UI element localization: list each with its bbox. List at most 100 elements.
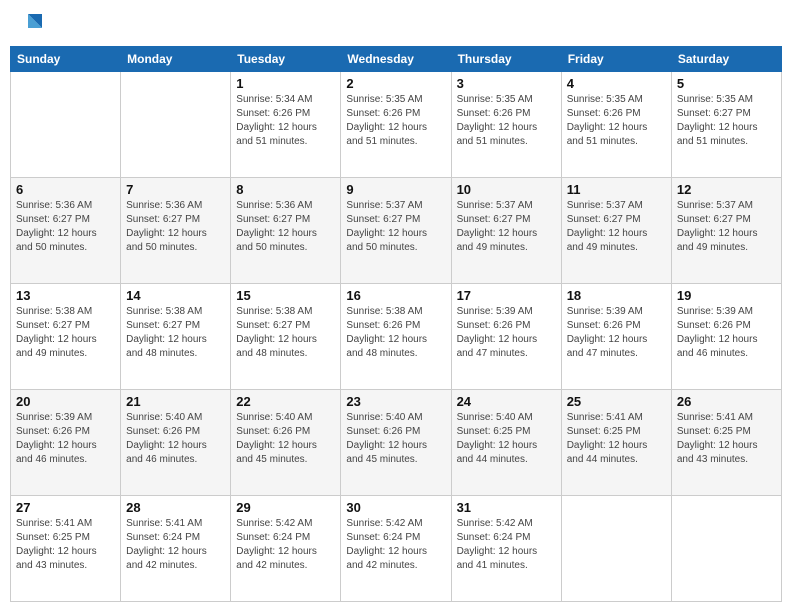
day-info: Sunrise: 5:35 AM Sunset: 6:26 PM Dayligh… [346,93,445,149]
table-cell: 14 Sunrise: 5:38 AM Sunset: 6:27 PM Dayli… [121,284,231,390]
day-info: Sunrise: 5:37 AM Sunset: 6:27 PM Dayligh… [567,199,666,255]
day-number: 23 [346,394,445,409]
table-cell [121,72,231,178]
day-number: 13 [16,288,115,303]
day-number: 17 [457,288,556,303]
day-info: Sunrise: 5:36 AM Sunset: 6:27 PM Dayligh… [236,199,335,255]
day-number: 27 [16,500,115,515]
day-info: Sunrise: 5:36 AM Sunset: 6:27 PM Dayligh… [126,199,225,255]
table-cell: 4Sunrise: 5:35 AM Sunset: 6:26 PM Daylig… [561,72,671,178]
table-cell: 29 Sunrise: 5:42 AM Sunset: 6:24 PM Dayli… [231,496,341,602]
calendar-header-row: Sunday Monday Tuesday Wednesday Thursday… [11,47,782,72]
day-info: Sunrise: 5:37 AM Sunset: 6:27 PM Dayligh… [346,199,445,255]
table-cell: 12 Sunrise: 5:37 AM Sunset: 6:27 PM Dayli… [671,178,781,284]
calendar-week-row: 20 Sunrise: 5:39 AM Sunset: 6:26 PM Dayli… [11,390,782,496]
day-number: 3 [457,76,556,91]
col-friday: Friday [561,47,671,72]
day-number: 11 [567,182,666,197]
day-number: 14 [126,288,225,303]
calendar-week-row: 6 Sunrise: 5:36 AM Sunset: 6:27 PM Daylig… [11,178,782,284]
table-cell: 8 Sunrise: 5:36 AM Sunset: 6:27 PM Daylig… [231,178,341,284]
day-info: Sunrise: 5:40 AM Sunset: 6:25 PM Dayligh… [457,411,556,467]
table-cell: 2 Sunrise: 5:35 AM Sunset: 6:26 PM Daylig… [341,72,451,178]
header [10,10,782,38]
table-cell [561,496,671,602]
table-cell: 28Sunrise: 5:41 AM Sunset: 6:24 PM Dayli… [121,496,231,602]
table-cell: 30 Sunrise: 5:42 AM Sunset: 6:24 PM Dayli… [341,496,451,602]
day-info: Sunrise: 5:42 AM Sunset: 6:24 PM Dayligh… [457,517,556,573]
day-number: 12 [677,182,776,197]
table-cell: 15Sunrise: 5:38 AM Sunset: 6:27 PM Dayli… [231,284,341,390]
day-info: Sunrise: 5:34 AM Sunset: 6:26 PM Dayligh… [236,93,335,149]
table-cell: 11 Sunrise: 5:37 AM Sunset: 6:27 PM Dayli… [561,178,671,284]
day-number: 5 [677,76,776,91]
day-number: 2 [346,76,445,91]
table-cell: 17 Sunrise: 5:39 AM Sunset: 6:26 PM Dayli… [451,284,561,390]
logo [14,10,46,38]
table-cell: 16 Sunrise: 5:38 AM Sunset: 6:26 PM Dayli… [341,284,451,390]
col-tuesday: Tuesday [231,47,341,72]
day-number: 9 [346,182,445,197]
day-info: Sunrise: 5:39 AM Sunset: 6:26 PM Dayligh… [677,305,776,361]
table-cell: 9 Sunrise: 5:37 AM Sunset: 6:27 PM Daylig… [341,178,451,284]
table-cell: 21 Sunrise: 5:40 AM Sunset: 6:26 PM Dayli… [121,390,231,496]
day-info: Sunrise: 5:37 AM Sunset: 6:27 PM Dayligh… [457,199,556,255]
day-info: Sunrise: 5:38 AM Sunset: 6:27 PM Dayligh… [126,305,225,361]
col-monday: Monday [121,47,231,72]
calendar-week-row: 13 Sunrise: 5:38 AM Sunset: 6:27 PM Dayli… [11,284,782,390]
day-number: 7 [126,182,225,197]
day-info: Sunrise: 5:36 AM Sunset: 6:27 PM Dayligh… [16,199,115,255]
day-number: 29 [236,500,335,515]
table-cell: 18 Sunrise: 5:39 AM Sunset: 6:26 PM Dayli… [561,284,671,390]
day-number: 24 [457,394,556,409]
day-info: Sunrise: 5:35 AM Sunset: 6:26 PM Dayligh… [567,93,666,149]
table-cell: 24 Sunrise: 5:40 AM Sunset: 6:25 PM Dayli… [451,390,561,496]
day-number: 25 [567,394,666,409]
table-cell: 19Sunrise: 5:39 AM Sunset: 6:26 PM Dayli… [671,284,781,390]
day-number: 16 [346,288,445,303]
day-info: Sunrise: 5:38 AM Sunset: 6:26 PM Dayligh… [346,305,445,361]
table-cell: 1Sunrise: 5:34 AM Sunset: 6:26 PM Daylig… [231,72,341,178]
table-cell [671,496,781,602]
day-info: Sunrise: 5:37 AM Sunset: 6:27 PM Dayligh… [677,199,776,255]
calendar-week-row: 1Sunrise: 5:34 AM Sunset: 6:26 PM Daylig… [11,72,782,178]
day-number: 8 [236,182,335,197]
table-cell: 22 Sunrise: 5:40 AM Sunset: 6:26 PM Dayli… [231,390,341,496]
table-cell: 6 Sunrise: 5:36 AM Sunset: 6:27 PM Daylig… [11,178,121,284]
day-number: 26 [677,394,776,409]
day-info: Sunrise: 5:40 AM Sunset: 6:26 PM Dayligh… [236,411,335,467]
day-info: Sunrise: 5:38 AM Sunset: 6:27 PM Dayligh… [16,305,115,361]
table-cell: 7 Sunrise: 5:36 AM Sunset: 6:27 PM Daylig… [121,178,231,284]
table-cell: 3 Sunrise: 5:35 AM Sunset: 6:26 PM Daylig… [451,72,561,178]
day-number: 10 [457,182,556,197]
table-cell: 10 Sunrise: 5:37 AM Sunset: 6:27 PM Dayli… [451,178,561,284]
day-number: 30 [346,500,445,515]
day-info: Sunrise: 5:39 AM Sunset: 6:26 PM Dayligh… [16,411,115,467]
day-number: 20 [16,394,115,409]
col-thursday: Thursday [451,47,561,72]
day-info: Sunrise: 5:42 AM Sunset: 6:24 PM Dayligh… [236,517,335,573]
logo-icon [18,10,46,38]
day-info: Sunrise: 5:35 AM Sunset: 6:27 PM Dayligh… [677,93,776,149]
day-number: 28 [126,500,225,515]
day-number: 31 [457,500,556,515]
day-info: Sunrise: 5:39 AM Sunset: 6:26 PM Dayligh… [567,305,666,361]
day-info: Sunrise: 5:38 AM Sunset: 6:27 PM Dayligh… [236,305,335,361]
day-info: Sunrise: 5:35 AM Sunset: 6:26 PM Dayligh… [457,93,556,149]
day-info: Sunrise: 5:42 AM Sunset: 6:24 PM Dayligh… [346,517,445,573]
day-info: Sunrise: 5:41 AM Sunset: 6:25 PM Dayligh… [567,411,666,467]
calendar-table: Sunday Monday Tuesday Wednesday Thursday… [10,46,782,602]
day-number: 6 [16,182,115,197]
table-cell: 20 Sunrise: 5:39 AM Sunset: 6:26 PM Dayli… [11,390,121,496]
table-cell: 23Sunrise: 5:40 AM Sunset: 6:26 PM Dayli… [341,390,451,496]
table-cell [11,72,121,178]
table-cell: 25 Sunrise: 5:41 AM Sunset: 6:25 PM Dayli… [561,390,671,496]
col-sunday: Sunday [11,47,121,72]
day-number: 21 [126,394,225,409]
day-number: 18 [567,288,666,303]
day-info: Sunrise: 5:39 AM Sunset: 6:26 PM Dayligh… [457,305,556,361]
table-cell: 26Sunrise: 5:41 AM Sunset: 6:25 PM Dayli… [671,390,781,496]
page: Sunday Monday Tuesday Wednesday Thursday… [0,0,792,612]
day-info: Sunrise: 5:40 AM Sunset: 6:26 PM Dayligh… [126,411,225,467]
day-number: 22 [236,394,335,409]
